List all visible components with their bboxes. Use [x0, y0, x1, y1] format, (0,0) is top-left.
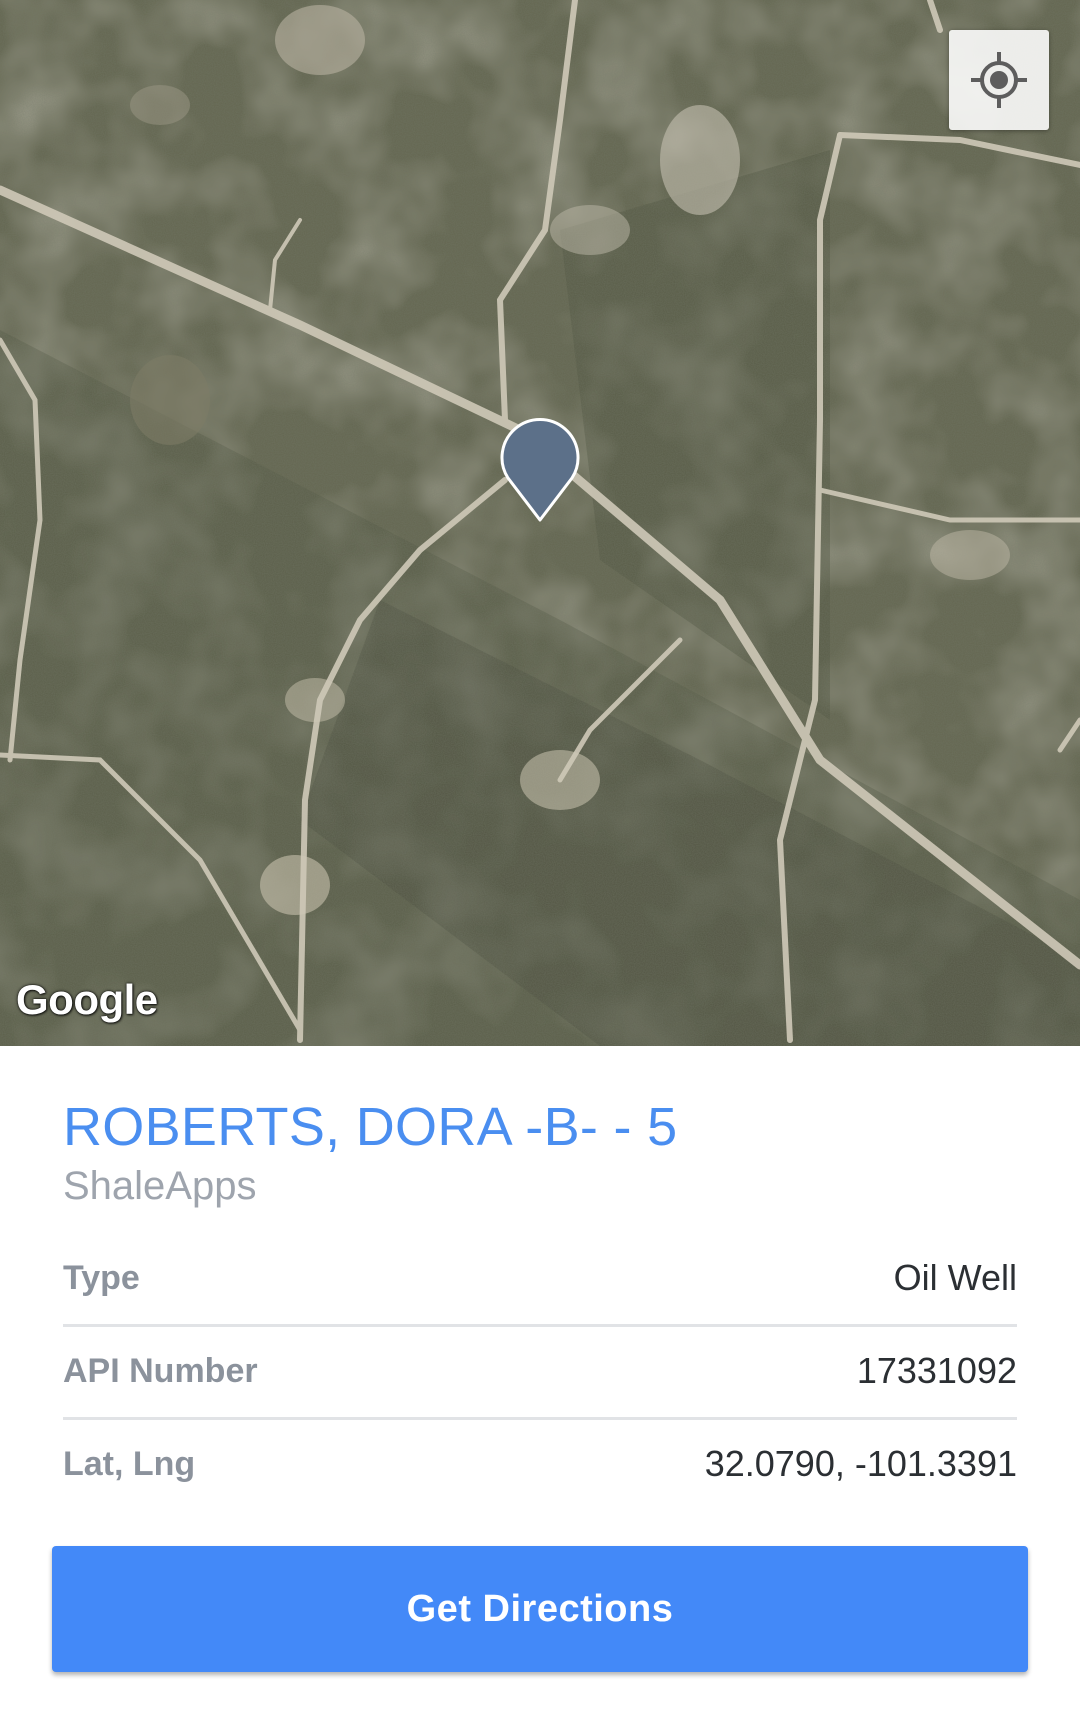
info-value: Oil Well: [893, 1257, 1017, 1298]
operator-name: ShaleApps: [63, 1164, 257, 1208]
get-directions-button[interactable]: Get Directions: [52, 1546, 1028, 1672]
map-pin-icon: [500, 418, 580, 522]
info-row-lat-lng: Lat, Lng 32.0790, -101.3391: [63, 1418, 1017, 1510]
well-detail-screen: Google ROBERTS, DORA -B- - 5 ShaleApps T…: [0, 0, 1080, 1730]
my-location-button[interactable]: [949, 30, 1049, 130]
info-value: 17331092: [856, 1350, 1017, 1391]
well-location-marker[interactable]: [500, 418, 580, 524]
info-row-api-number: API Number 17331092: [63, 1325, 1017, 1420]
info-label: Type: [63, 1258, 140, 1297]
well-name: ROBERTS, DORA -B- - 5: [63, 1097, 678, 1157]
google-logo: Google: [16, 976, 158, 1023]
crosshair-icon: [971, 52, 1027, 108]
info-row-type: Type Oil Well: [63, 1232, 1017, 1327]
info-value: 32.0790, -101.3391: [704, 1443, 1017, 1484]
info-label: Lat, Lng: [63, 1444, 196, 1483]
get-directions-label: Get Directions: [406, 1587, 674, 1630]
satellite-map[interactable]: Google: [0, 0, 1080, 1046]
well-details-panel: ROBERTS, DORA -B- - 5 ShaleApps Type Oil…: [0, 1046, 1080, 1730]
info-label: API Number: [63, 1351, 258, 1390]
